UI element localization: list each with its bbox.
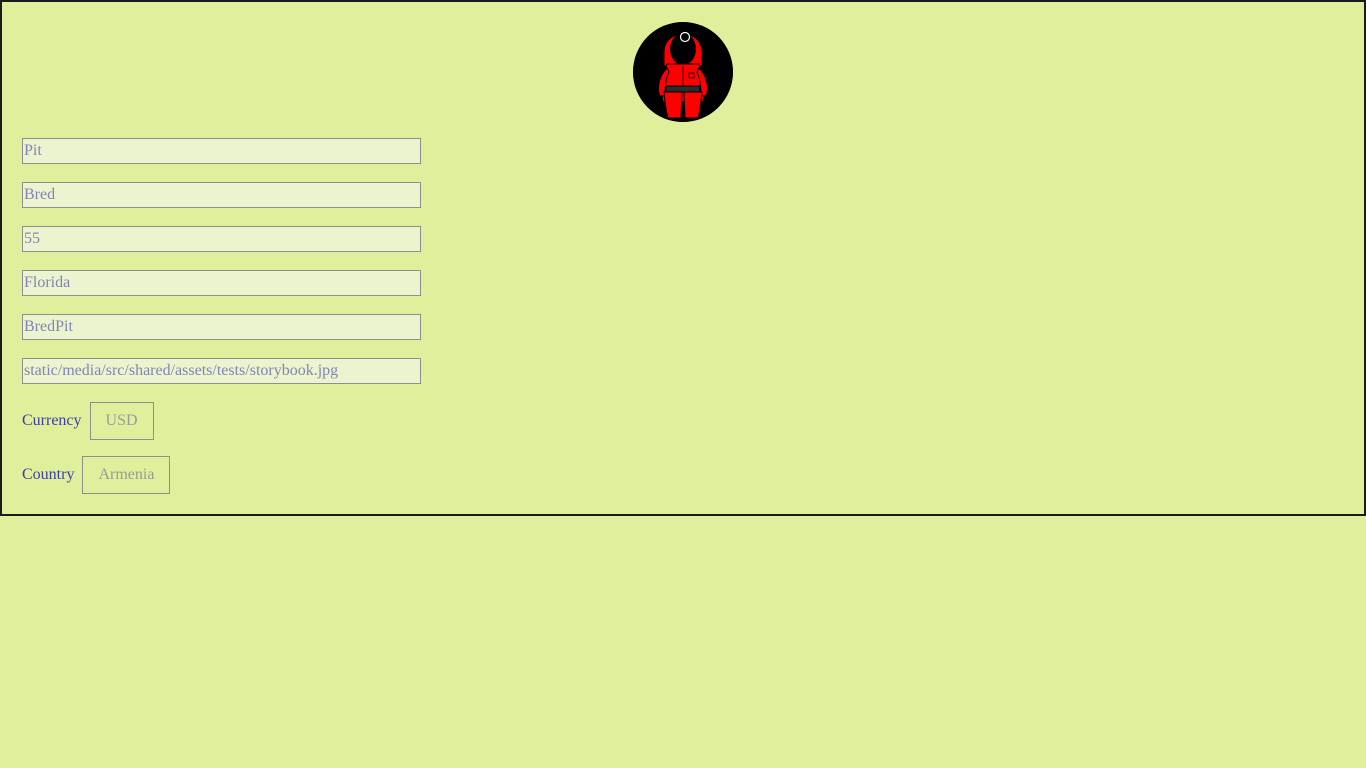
- red-jumpsuit-guard-icon: [633, 22, 733, 122]
- country-select[interactable]: Armenia: [82, 456, 171, 494]
- last-name-input[interactable]: [22, 182, 421, 208]
- age-input[interactable]: [22, 226, 421, 252]
- country-row: Country Armenia: [22, 456, 171, 494]
- profile-avatar: [633, 22, 733, 122]
- avatar-path-input[interactable]: [22, 358, 421, 384]
- username-input[interactable]: [22, 314, 421, 340]
- country-label: Country: [22, 466, 75, 483]
- profile-card: Currency USD Country Armenia: [0, 0, 1366, 516]
- first-name-input[interactable]: [22, 138, 421, 164]
- currency-label: Currency: [22, 412, 82, 429]
- currency-row: Currency USD: [22, 402, 154, 440]
- currency-select[interactable]: USD: [89, 402, 154, 440]
- city-input[interactable]: [22, 270, 421, 296]
